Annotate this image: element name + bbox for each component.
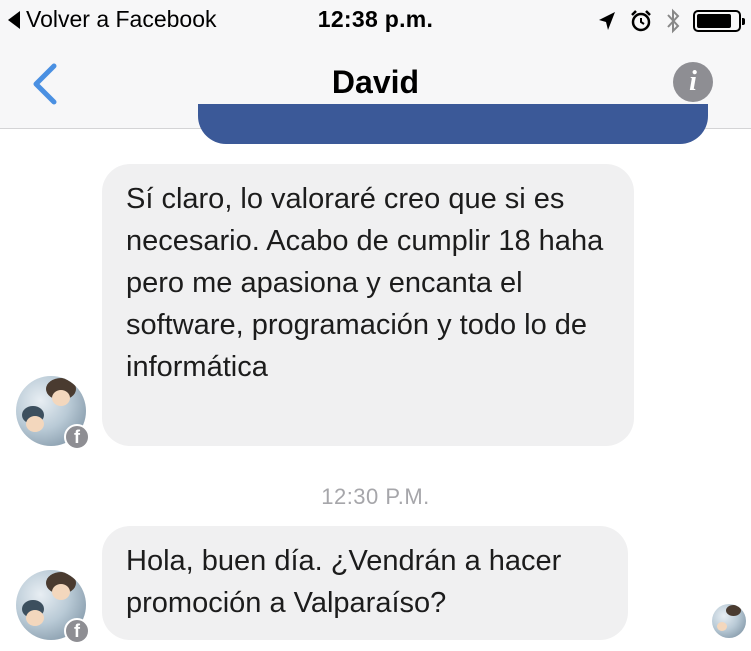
- status-bar: Volver a Facebook 12:38 p.m.: [0, 0, 751, 40]
- avatar-face: [52, 390, 70, 406]
- avatar-face: [26, 416, 44, 432]
- bluetooth-icon: [667, 8, 680, 34]
- message-bubble[interactable]: Sí claro, lo valoraré creo que si es nec…: [102, 164, 634, 446]
- read-receipt-avatar: [712, 604, 746, 638]
- alarm-icon: [631, 10, 651, 32]
- messenger-screen: Volver a Facebook 12:38 p.m. David i Sí …: [0, 0, 751, 651]
- facebook-badge-icon: f: [64, 618, 90, 644]
- avatar-hair: [726, 605, 741, 616]
- message-timestamp: 12:30 P.M.: [321, 484, 430, 509]
- info-icon[interactable]: i: [673, 62, 713, 102]
- facebook-badge-icon: f: [64, 424, 90, 450]
- conversation-title[interactable]: David: [0, 64, 751, 101]
- status-icons: [597, 8, 745, 34]
- location-icon: [599, 12, 615, 30]
- battery-fill: [697, 14, 731, 28]
- avatar-face: [52, 584, 70, 600]
- message-bubble[interactable]: Hola, buen día. ¿Vendrán a hacer promoci…: [102, 526, 628, 640]
- avatar-face: [717, 622, 727, 631]
- previous-outgoing-bubble: [198, 104, 708, 144]
- avatar-face: [26, 610, 44, 626]
- battery-icon: [693, 10, 745, 32]
